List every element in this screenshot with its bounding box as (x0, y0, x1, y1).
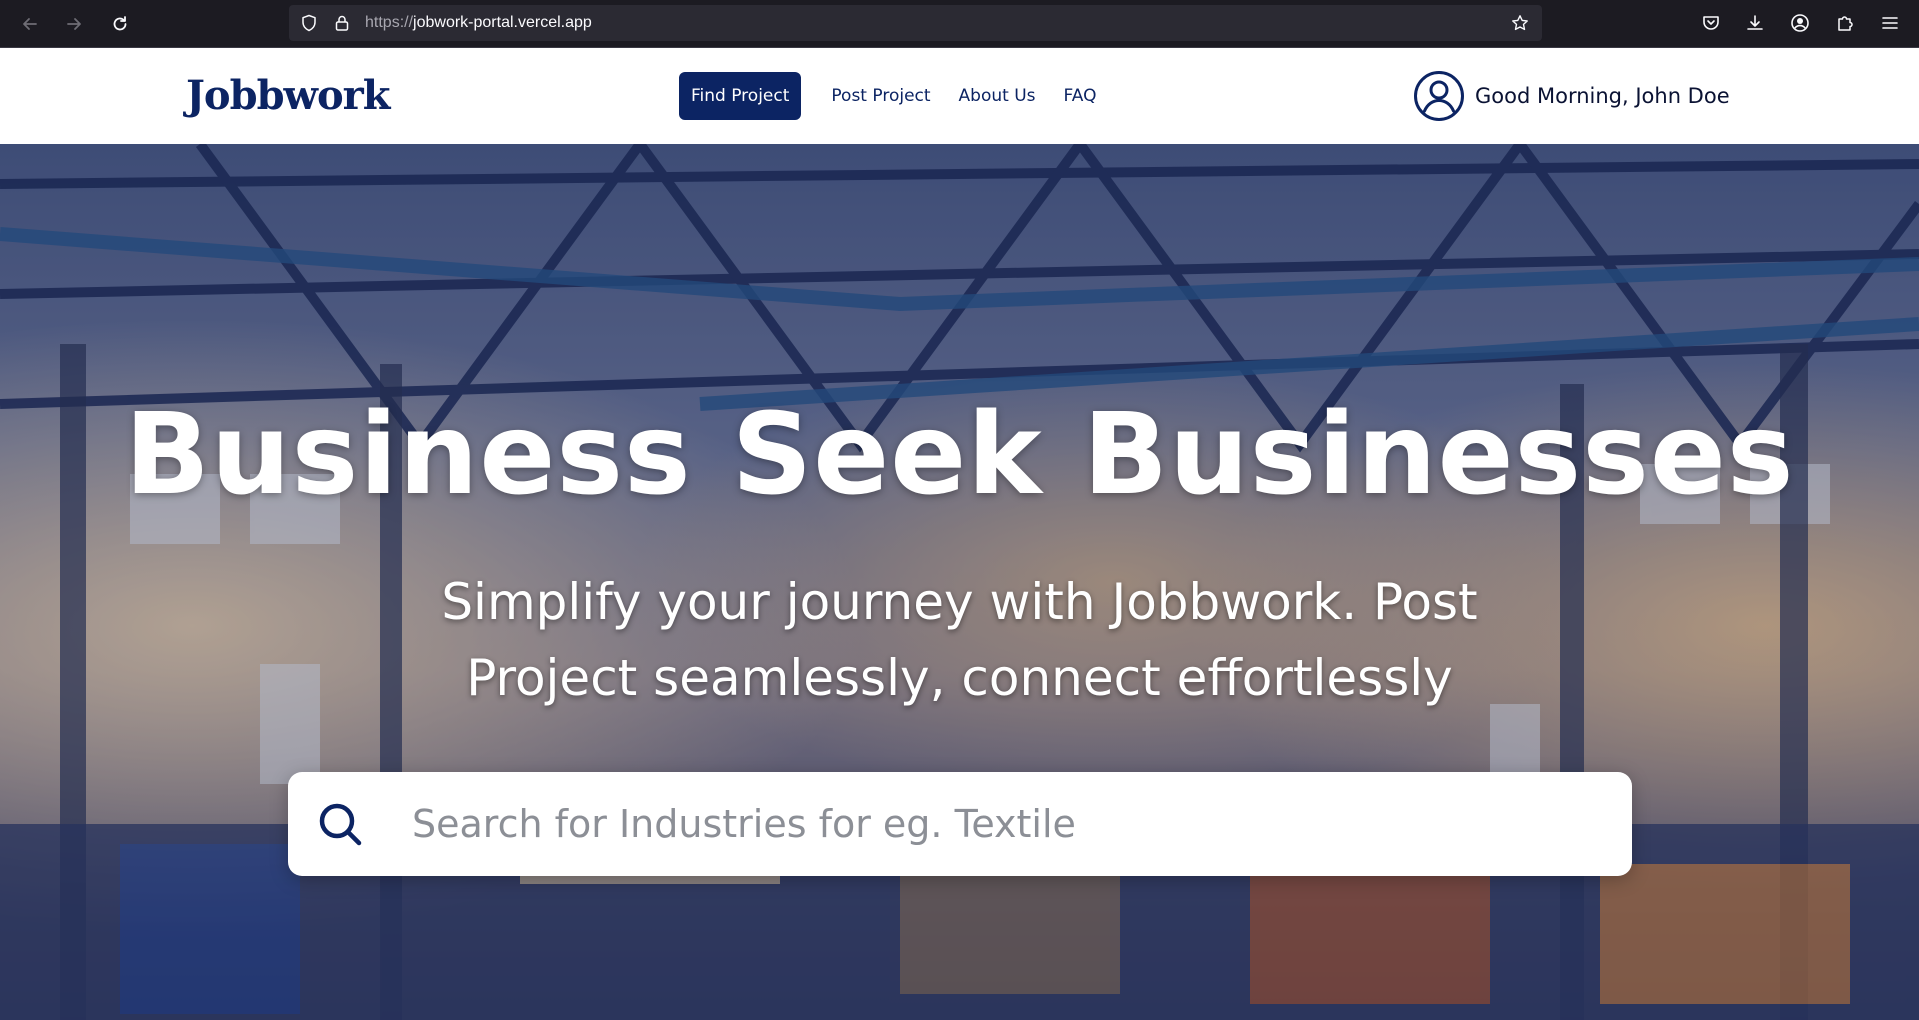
bookmark-star-icon[interactable] (1511, 14, 1529, 32)
shield-icon[interactable] (300, 14, 318, 32)
nav-about-us[interactable]: About Us (945, 72, 1050, 120)
reload-icon[interactable] (106, 10, 134, 38)
nav-post-project[interactable]: Post Project (817, 72, 944, 120)
industry-search-input[interactable] (412, 792, 1592, 856)
forward-icon[interactable] (60, 10, 88, 38)
user-greeting: Good Morning, John Doe (1475, 84, 1730, 108)
lock-icon[interactable] (333, 14, 351, 32)
account-icon[interactable] (1788, 11, 1812, 35)
hero-section: Business Seek Businesses Simplify your j… (0, 144, 1919, 1020)
industry-search-box[interactable] (288, 772, 1632, 876)
url-text[interactable]: https://jobwork-portal.vercel.app (365, 5, 592, 41)
address-bar[interactable]: https://jobwork-portal.vercel.app (289, 5, 1542, 41)
hero-title: Business Seek Businesses (124, 390, 1795, 520)
nav-faq[interactable]: FAQ (1050, 72, 1111, 120)
logo[interactable]: Jobbwork (186, 68, 390, 124)
user-menu[interactable]: Good Morning, John Doe (1413, 70, 1730, 122)
extensions-icon[interactable] (1833, 11, 1857, 35)
url-scheme: https:// (365, 14, 414, 31)
site-header: Jobbwork Find Project Post Project About… (0, 48, 1919, 144)
pocket-icon[interactable] (1699, 11, 1723, 35)
search-icon[interactable] (316, 800, 364, 848)
download-icon[interactable] (1743, 11, 1767, 35)
main-nav: Find Project Post Project About Us FAQ (679, 72, 1110, 120)
hero-subtitle: Simplify your journey with Jobbwork. Pos… (441, 573, 1478, 707)
url-host: jobwork-portal.vercel.app (413, 14, 592, 31)
user-avatar-icon[interactable] (1413, 70, 1465, 122)
nav-find-project[interactable]: Find Project (679, 72, 802, 120)
browser-toolbar: https://jobwork-portal.vercel.app (0, 0, 1919, 48)
menu-icon[interactable] (1878, 11, 1902, 35)
back-icon[interactable] (16, 10, 44, 38)
